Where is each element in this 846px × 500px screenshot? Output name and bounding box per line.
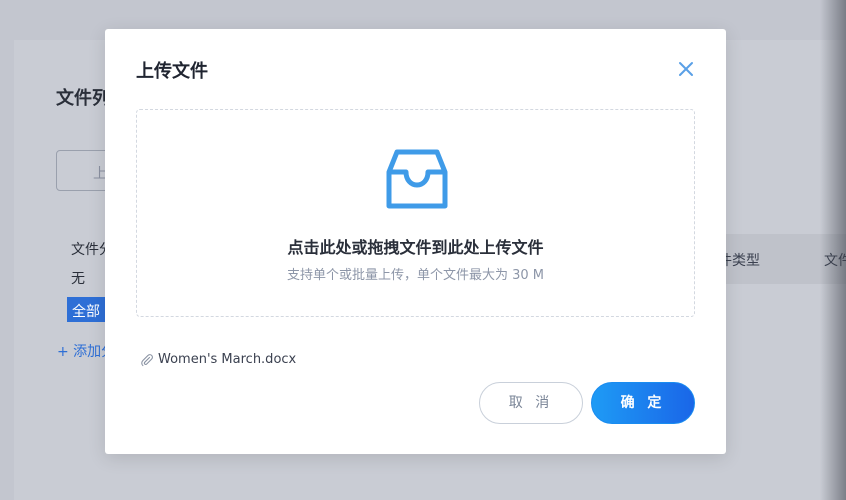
dialog-title: 上传文件 bbox=[136, 61, 208, 82]
paperclip-icon bbox=[140, 352, 154, 367]
uploaded-file-name: Women's March.docx bbox=[158, 351, 297, 367]
cancel-button[interactable]: 取 消 bbox=[479, 382, 583, 424]
uploaded-file-item[interactable]: Women's March.docx bbox=[140, 350, 296, 368]
dropzone-hint-text: 支持单个或批量上传，单个文件最大为 30 M bbox=[286, 268, 545, 283]
edge-shadow bbox=[820, 0, 846, 500]
upload-dialog: 上传文件 点击此处或拖拽文件到此处上传文件 支持单个或批量上传，单个文件最大为 … bbox=[105, 29, 726, 454]
upload-dropzone[interactable]: 点击此处或拖拽文件到此处上传文件 支持单个或批量上传，单个文件最大为 30 M bbox=[136, 109, 695, 317]
inbox-icon bbox=[386, 148, 448, 212]
close-icon[interactable] bbox=[675, 58, 697, 80]
confirm-button[interactable]: 确 定 bbox=[591, 382, 695, 424]
dropzone-main-text: 点击此处或拖拽文件到此处上传文件 bbox=[287, 238, 544, 257]
background-title: 文件列 bbox=[56, 88, 110, 109]
background-filter-none: 无 bbox=[71, 271, 85, 287]
